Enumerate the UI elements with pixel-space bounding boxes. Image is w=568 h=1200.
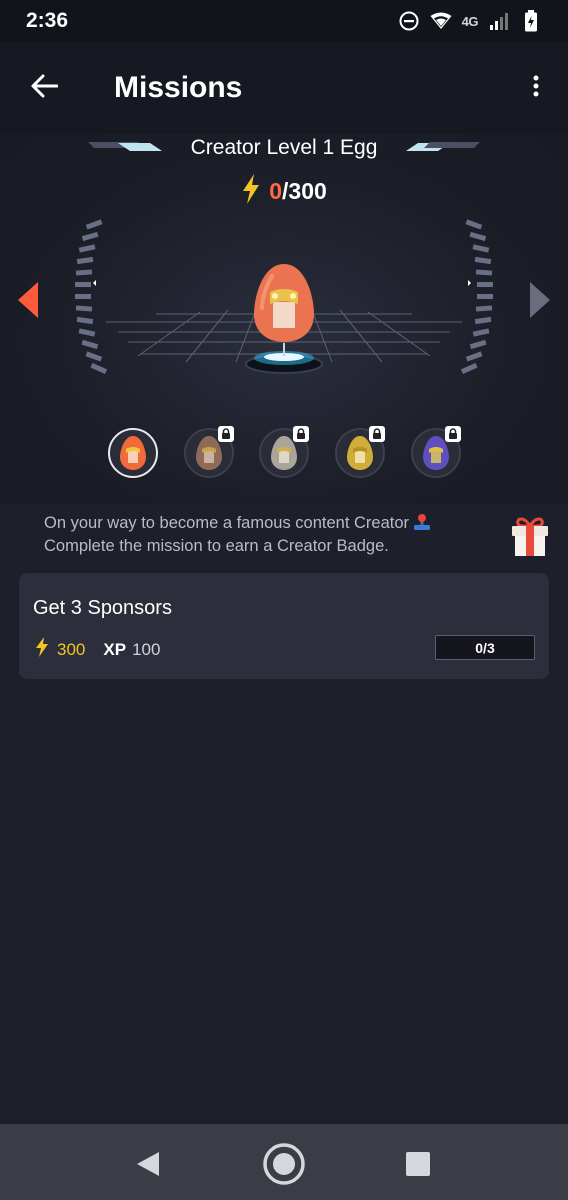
mission-progress-text: 0/3 <box>475 639 495 656</box>
lightning-icon <box>241 174 261 209</box>
network-type-label: 4G <box>461 13 479 29</box>
right-gauge-icon <box>460 219 493 374</box>
egg-icon <box>254 264 314 342</box>
description-line-1: On your way to become a famous content C… <box>44 514 410 532</box>
system-back-button[interactable] <box>126 1142 170 1186</box>
egg-thumbnail-5[interactable] <box>411 426 461 478</box>
egg-title: Creator Level 1 Egg <box>190 136 378 159</box>
egg-icon <box>120 436 146 470</box>
egg-thumbnails <box>0 426 568 484</box>
arrow-left-icon <box>30 74 59 103</box>
gift-button[interactable] <box>510 514 550 558</box>
more-vert-icon <box>533 75 539 102</box>
do-not-disturb-icon <box>398 10 420 32</box>
egg-points-total: /300 <box>282 178 327 204</box>
page-title: Missions <box>114 71 243 104</box>
more-options-button[interactable] <box>524 64 548 112</box>
back-button[interactable] <box>16 60 72 116</box>
description-line-2: Complete the mission to earn a Creator B… <box>44 537 389 555</box>
egg-points: 0 /300 <box>0 174 568 209</box>
gift-icon <box>512 517 548 556</box>
app-bar: Missions <box>0 42 568 134</box>
egg-thumbnail-3[interactable] <box>259 426 309 478</box>
mission-description: On your way to become a famous content C… <box>44 512 494 558</box>
egg-thumbnail-4[interactable] <box>335 426 385 478</box>
lock-icon <box>445 426 461 442</box>
xp-value: 100 <box>132 639 161 659</box>
status-time: 2:36 <box>26 9 69 32</box>
next-egg-button[interactable] <box>528 280 552 320</box>
joystick-icon <box>413 513 431 531</box>
mission-rewards: 300 XP 100 <box>35 637 160 662</box>
mission-title: Get 3 Sponsors <box>33 597 172 619</box>
battery-icon <box>520 10 542 32</box>
status-icons: 4G <box>398 10 542 32</box>
square-recents-icon <box>406 1152 430 1176</box>
egg-thumbnail-2[interactable] <box>184 426 234 478</box>
title-decoration-right-icon <box>404 140 480 158</box>
chevron-left-icon <box>18 282 38 318</box>
mission-progress-bar: 0/3 <box>435 635 535 660</box>
egg-points-current: 0 <box>269 178 283 204</box>
signal-icon <box>488 10 510 32</box>
egg-stage <box>75 219 493 374</box>
lock-icon <box>218 426 234 442</box>
lightning-icon <box>35 637 49 662</box>
wifi-icon <box>430 10 452 32</box>
left-gauge-icon <box>75 219 108 374</box>
system-navigation-bar <box>0 1124 568 1200</box>
egg-showcase: Creator Level 1 Egg 0 /300 <box>0 134 568 504</box>
system-home-button[interactable] <box>262 1142 306 1186</box>
previous-egg-button[interactable] <box>16 280 40 320</box>
circle-home-icon <box>263 1143 305 1185</box>
egg-thumbnail-1[interactable] <box>108 428 158 478</box>
xp-label: XP <box>103 639 127 659</box>
lock-icon <box>369 426 385 442</box>
mission-points: 300 <box>57 639 86 659</box>
lock-icon <box>293 426 309 442</box>
system-recents-button[interactable] <box>396 1142 440 1186</box>
chevron-right-icon <box>530 282 550 318</box>
triangle-back-icon <box>137 1152 159 1176</box>
mission-card[interactable]: Get 3 Sponsors 300 XP 100 0/3 <box>19 573 549 679</box>
status-bar: 2:36 4G <box>0 0 568 42</box>
